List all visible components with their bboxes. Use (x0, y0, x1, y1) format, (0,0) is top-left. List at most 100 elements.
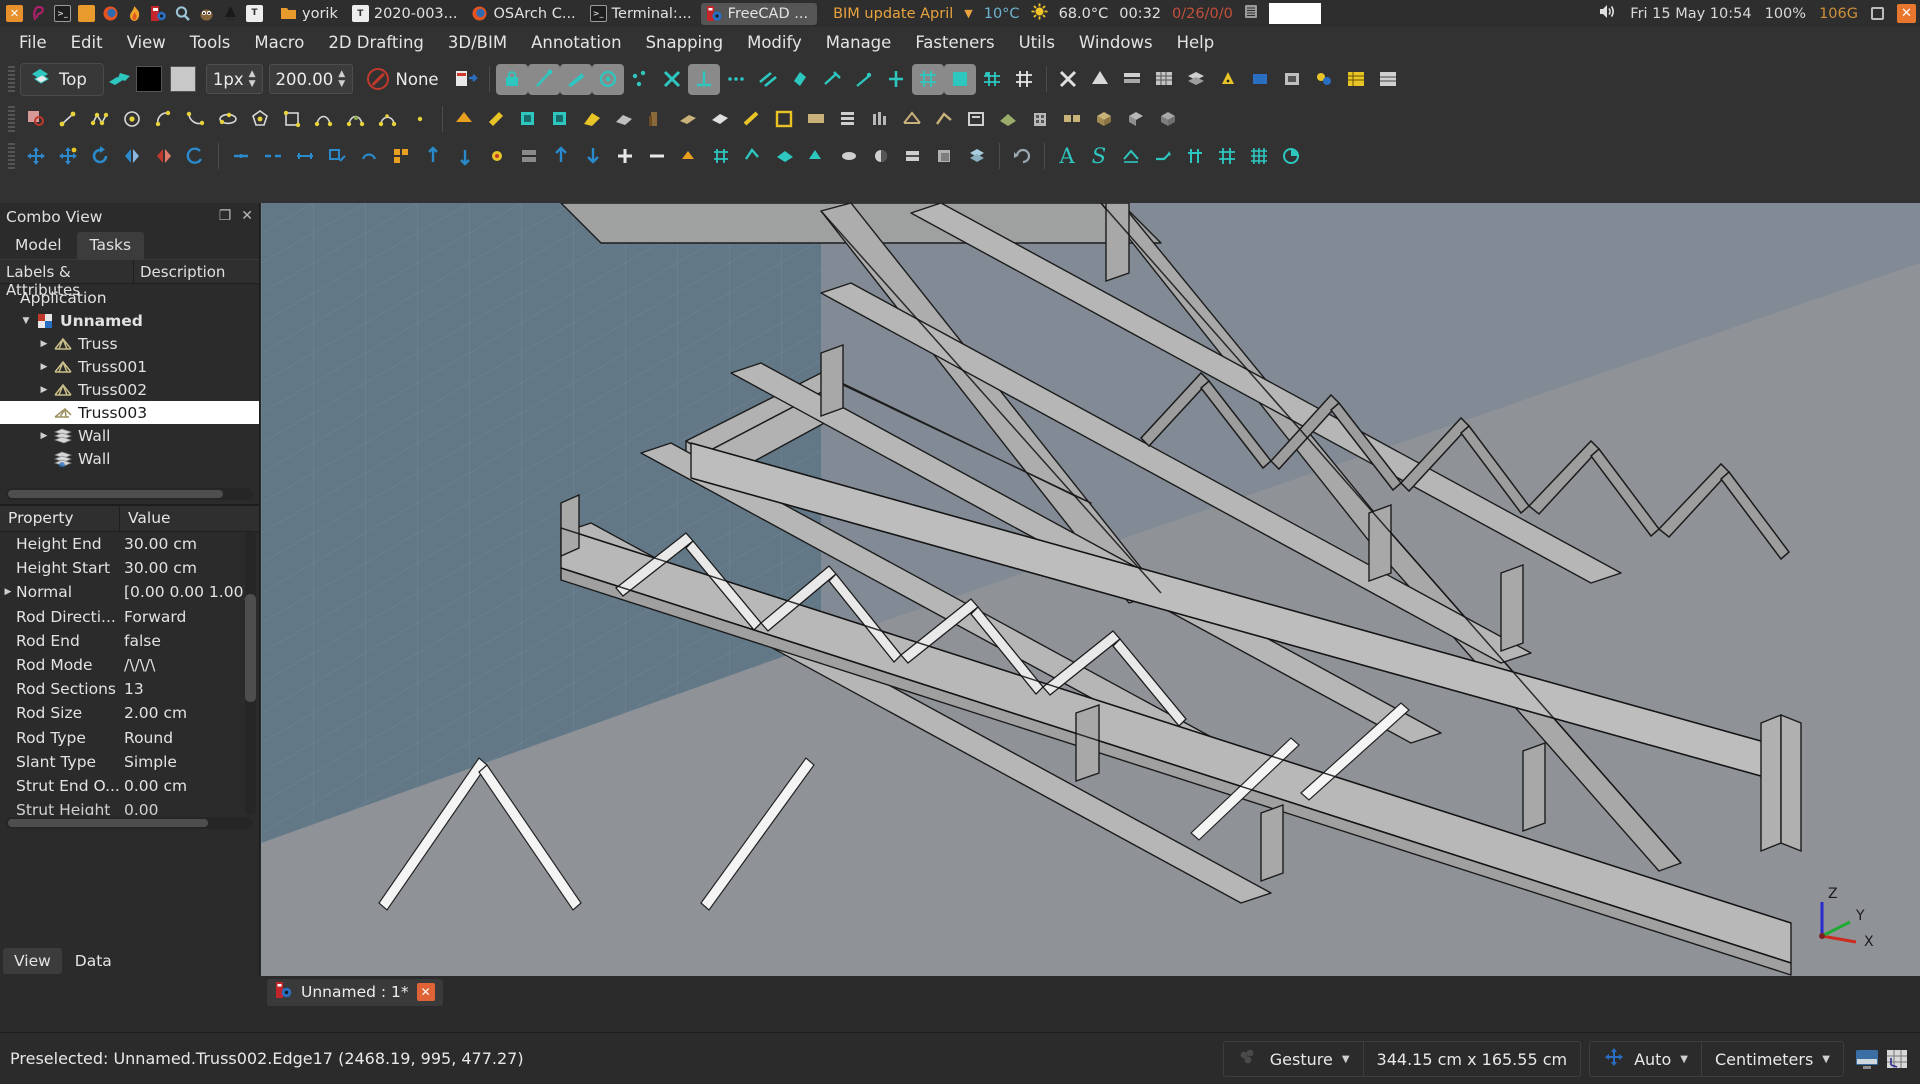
bim-column-icon[interactable] (705, 103, 737, 134)
snap-extension-icon[interactable] (720, 64, 752, 95)
tab-tasks[interactable]: Tasks (76, 232, 145, 259)
property-row-rod-end[interactable]: Rod End false (0, 629, 259, 653)
cut-icon[interactable] (513, 140, 545, 171)
window-button-2020-003[interactable]: T 2020-003... (347, 3, 467, 25)
speaker-icon[interactable] (1598, 3, 1617, 24)
3d-viewport[interactable]: Z Y X (261, 203, 1920, 976)
draft-bezier-icon[interactable] (340, 103, 372, 134)
property-row-rod-direction[interactable]: Rod Directi... Forward (0, 605, 259, 629)
snap-toggle-icon[interactable] (976, 64, 1008, 95)
property-scrollbar-thumb[interactable] (245, 594, 256, 702)
property-value[interactable]: Simple (120, 753, 177, 771)
tree-item-truss002[interactable]: ▶ Truss002 (0, 378, 259, 401)
snap-ortho-icon[interactable] (848, 64, 880, 95)
snap-endpoint-icon[interactable] (527, 63, 560, 95)
unit-selector[interactable]: Centimeters ▼ (1700, 1042, 1843, 1076)
snap-midpoint-icon[interactable] (559, 63, 592, 95)
property-editor[interactable]: Height End 30.00 cm Height Start 30.00 c… (0, 532, 259, 815)
downgrade-icon[interactable] (577, 140, 609, 171)
face-color-swatch[interactable] (169, 66, 196, 92)
draft-polygon-icon[interactable] (244, 103, 276, 134)
freecad-small-icon[interactable] (148, 3, 169, 24)
pie-icon[interactable] (1275, 140, 1307, 171)
menu-utils[interactable]: Utils (1007, 30, 1067, 55)
navigation-style-selector[interactable]: Gesture ▼ (1224, 1042, 1363, 1076)
menu-windows[interactable]: Windows (1067, 30, 1165, 55)
toolbar-grip[interactable] (8, 66, 15, 92)
bim-frame-icon[interactable] (769, 103, 801, 134)
restore-icon[interactable] (1871, 7, 1884, 20)
snap-angle-icon[interactable] (624, 64, 656, 95)
bim-equipment-icon[interactable] (833, 103, 865, 134)
leader-icon[interactable] (1147, 140, 1179, 171)
survey-icon[interactable] (673, 140, 705, 171)
menu-file[interactable]: File (7, 30, 59, 55)
inkscape-icon[interactable] (220, 3, 241, 24)
bim-levels-icon[interactable] (1149, 64, 1181, 95)
property-value[interactable]: 2.00 cm (120, 704, 187, 722)
bim-beam-icon[interactable] (673, 103, 705, 134)
bim-update-notice[interactable]: BIM update April (833, 6, 953, 22)
property-row-strut-end-offset[interactable]: Strut End O... 0.00 cm (0, 774, 259, 798)
trim-icon[interactable] (180, 140, 212, 171)
split-icon[interactable] (257, 140, 289, 171)
working-plane-selector[interactable]: Top (20, 62, 104, 96)
unclone-icon[interactable] (929, 140, 961, 171)
rotate-icon[interactable] (84, 140, 116, 171)
close-icon[interactable]: ✕ (416, 983, 435, 1001)
bim-window-icon[interactable] (545, 103, 577, 134)
difference-icon[interactable] (737, 140, 769, 171)
model-tree[interactable]: Application ▼ Unnamed ▶ Truss ▶ Truss001… (0, 284, 259, 484)
bim-truss-icon[interactable] (897, 103, 929, 134)
axis-cross-icon[interactable] (1882, 1044, 1912, 1074)
menu-snapping[interactable]: Snapping (634, 30, 736, 55)
property-value[interactable]: 30.00 cm (120, 559, 197, 577)
bim-stairs-icon[interactable] (641, 103, 673, 134)
bim-panel-icon[interactable] (801, 103, 833, 134)
property-value[interactable]: 0.00 cm (120, 777, 187, 795)
property-row-slant-type[interactable]: Slant Type Simple (0, 750, 259, 774)
bim-preflight-icon[interactable] (1373, 64, 1405, 95)
menu-modify[interactable]: Modify (735, 30, 814, 55)
chevron-down-icon[interactable]: ▼ (1680, 1054, 1688, 1065)
spinner-arrows-icon[interactable]: ▲ ▼ (338, 69, 345, 88)
clone-icon[interactable] (353, 140, 385, 171)
offset-icon[interactable] (148, 140, 180, 171)
property-column-name[interactable]: Property (0, 506, 120, 531)
bim-box-icon[interactable] (1245, 64, 1277, 95)
menu-macro[interactable]: Macro (242, 30, 316, 55)
undock-icon[interactable]: ❐ (219, 208, 232, 224)
bim-wall-icon[interactable] (449, 103, 481, 134)
add-component-icon[interactable] (609, 140, 641, 171)
point-array-icon[interactable] (449, 140, 481, 171)
chevron-down-icon[interactable]: ▼ (964, 7, 972, 20)
tree-item-wall-2[interactable]: Wall (0, 447, 259, 470)
toolbar-grip[interactable] (8, 142, 15, 169)
bim-door-icon[interactable] (577, 103, 609, 134)
draft-ellipse-icon[interactable] (212, 103, 244, 134)
dimension-icon[interactable] (1115, 140, 1147, 171)
window-button-yorik[interactable]: yorik (275, 3, 347, 25)
bim-slab-icon[interactable] (513, 103, 545, 134)
working-plane-proxy-icon[interactable] (104, 64, 136, 95)
chevron-down-icon[interactable]: ▼ (1822, 1054, 1830, 1065)
ifc-explorer-icon[interactable] (705, 140, 737, 171)
terminal-icon[interactable]: >_ (52, 3, 73, 24)
draft-arc-icon[interactable] (148, 103, 180, 134)
draft-line-icon[interactable] (52, 103, 84, 134)
bim-building-icon[interactable] (1025, 103, 1057, 134)
toggle-grid-icon[interactable] (1008, 64, 1040, 95)
snap-working-plane-icon[interactable] (943, 63, 976, 95)
property-row-rod-size[interactable]: Rod Size 2.00 cm (0, 701, 259, 725)
bim-views-icon[interactable] (1117, 64, 1149, 95)
bim-box2-icon[interactable] (1153, 103, 1185, 134)
display-mode-icon[interactable] (1852, 1044, 1882, 1074)
property-value[interactable]: /\/\/\ (120, 656, 155, 674)
bim-group-icon[interactable] (1057, 103, 1089, 134)
tree-column-description[interactable]: Description (134, 260, 231, 283)
upgrade-icon[interactable] (545, 140, 577, 171)
property-row-normal[interactable]: ▶ Normal [0.00 0.00 1.00] (0, 580, 259, 604)
chevron-down-icon[interactable]: ▼ (1342, 1054, 1350, 1065)
property-value[interactable]: 30.00 cm (120, 535, 197, 553)
tab-data[interactable]: Data (64, 948, 123, 974)
